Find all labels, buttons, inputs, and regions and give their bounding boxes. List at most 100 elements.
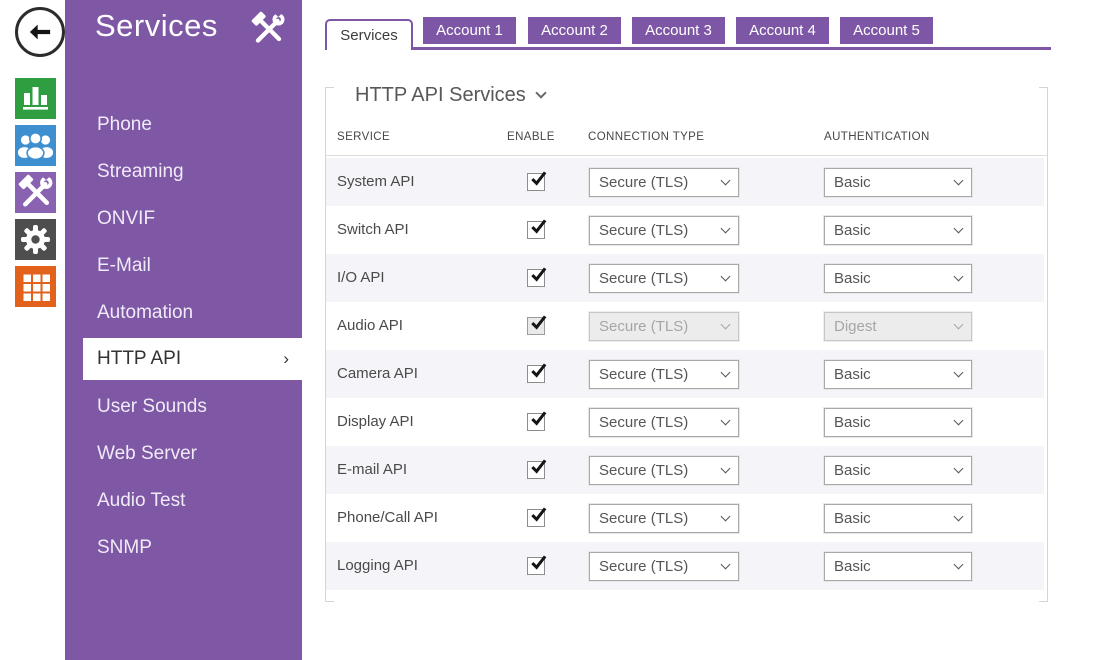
sidebar: Services Phone Streaming ONVIF E-Mail Au… [65,0,302,660]
sidebar-item-email[interactable]: E-Mail [65,242,302,289]
tab-account-3[interactable]: Account 3 [632,17,725,44]
connection-type-select[interactable]: Secure (TLS) [589,312,739,341]
sidebar-item-phone[interactable]: Phone [65,101,302,148]
sidebar-item-automation[interactable]: Automation [65,289,302,336]
collapse-chevron-icon [535,87,546,98]
panel-border [325,601,334,602]
enable-checkbox[interactable] [527,173,545,191]
connection-type-select[interactable]: Secure (TLS) [589,360,739,389]
select-value: Secure (TLS) [599,270,688,287]
tab-account-5[interactable]: Account 5 [840,17,933,44]
authentication-select[interactable]: Basic [824,552,972,581]
tab-account-4[interactable]: Account 4 [736,17,829,44]
sidebar-item-label: SNMP [97,537,152,559]
authentication-select[interactable]: Basic [824,408,972,437]
panel-border [325,87,334,88]
authentication-select[interactable]: Basic [824,216,972,245]
select-value: Secure (TLS) [599,318,688,335]
nav-tile-status[interactable] [15,78,56,119]
connection-type-select[interactable]: Secure (TLS) [589,456,739,485]
authentication-select[interactable]: Digest [824,312,972,341]
authentication-select[interactable]: Basic [824,456,972,485]
sidebar-item-streaming[interactable]: Streaming [65,148,302,195]
enable-checkbox[interactable] [527,221,545,239]
select-value: Secure (TLS) [599,558,688,575]
enable-checkbox[interactable] [527,509,545,527]
service-label: Display API [337,398,414,446]
enable-checkbox[interactable] [527,557,545,575]
authentication-select[interactable]: Basic [824,168,972,197]
select-value: Basic [834,414,871,431]
sidebar-item-onvif[interactable]: ONVIF [65,195,302,242]
chevron-down-icon [954,224,964,234]
authentication-select[interactable]: Basic [824,504,972,533]
select-value: Basic [834,366,871,383]
nav-tile-system[interactable] [15,219,56,260]
select-value: Secure (TLS) [599,174,688,191]
select-value: Basic [834,510,871,527]
table-row: Logging API Secure (TLS) Basic [326,542,1044,590]
chevron-down-icon [721,176,731,186]
sidebar-item-audio-test[interactable]: Audio Test [65,477,302,524]
enable-checkbox[interactable] [527,365,545,383]
table-row: Camera API Secure (TLS) Basic [326,350,1044,398]
connection-type-select[interactable]: Secure (TLS) [589,168,739,197]
connection-type-select[interactable]: Secure (TLS) [589,504,739,533]
grid-icon [15,266,56,307]
select-value: Secure (TLS) [599,222,688,239]
nav-tile-services[interactable] [15,172,56,213]
connection-type-select[interactable]: Secure (TLS) [589,216,739,245]
chevron-down-icon [954,176,964,186]
connection-type-select[interactable]: Secure (TLS) [589,552,739,581]
sidebar-item-label: E-Mail [97,255,151,277]
sidebar-item-http-api[interactable]: HTTP API › [83,338,302,380]
connection-type-select[interactable]: Secure (TLS) [589,408,739,437]
service-label: Camera API [337,350,418,398]
tab-account-1[interactable]: Account 1 [423,17,516,44]
sidebar-item-label: Automation [97,302,193,324]
select-value: Basic [834,270,871,287]
enable-checkbox[interactable] [527,269,545,287]
nav-tile-directory[interactable] [15,125,56,166]
chevron-down-icon [721,416,731,426]
service-label: Phone/Call API [337,494,438,542]
connection-type-select[interactable]: Secure (TLS) [589,264,739,293]
select-value: Basic [834,462,871,479]
header-separator [326,155,1047,156]
chevron-down-icon [954,464,964,474]
chevron-down-icon [721,560,731,570]
table-row: E-mail API Secure (TLS) Basic [326,446,1044,494]
authentication-select[interactable]: Basic [824,360,972,389]
enable-checkbox[interactable] [527,461,545,479]
sidebar-header: Services [65,0,302,62]
tab-account-2[interactable]: Account 2 [528,17,621,44]
tab-services[interactable]: Services [325,19,413,50]
sidebar-item-snmp[interactable]: SNMP [65,524,302,571]
sidebar-item-user-sounds[interactable]: User Sounds [65,383,302,430]
select-value: Secure (TLS) [599,510,688,527]
panel-title[interactable]: HTTP API Services [355,84,545,107]
service-label: E-mail API [337,446,407,494]
table-row: Switch API Secure (TLS) Basic [326,206,1044,254]
enable-checkbox[interactable] [527,413,545,431]
sidebar-item-label: User Sounds [97,396,207,418]
select-value: Basic [834,174,871,191]
nav-tile-hardware[interactable] [15,266,56,307]
table-row: System API Secure (TLS) Basic [326,158,1044,206]
enable-checkbox[interactable] [527,317,545,335]
chevron-down-icon [954,512,964,522]
http-api-services-panel: HTTP API Services SERVICE ENABLE CONNECT… [325,87,1048,602]
chevron-down-icon [721,512,731,522]
column-connection-type: CONNECTION TYPE [588,131,704,143]
select-value: Secure (TLS) [599,414,688,431]
service-label: I/O API [337,254,385,302]
sidebar-menu: Phone Streaming ONVIF E-Mail Automation … [65,101,302,571]
gear-icon [15,219,56,260]
sidebar-item-web-server[interactable]: Web Server [65,430,302,477]
table-row: Phone/Call API Secure (TLS) Basic [326,494,1044,542]
table-row: Display API Secure (TLS) Basic [326,398,1044,446]
back-button[interactable] [15,7,65,57]
tools-icon [15,172,56,213]
chevron-down-icon [721,272,731,282]
authentication-select[interactable]: Basic [824,264,972,293]
